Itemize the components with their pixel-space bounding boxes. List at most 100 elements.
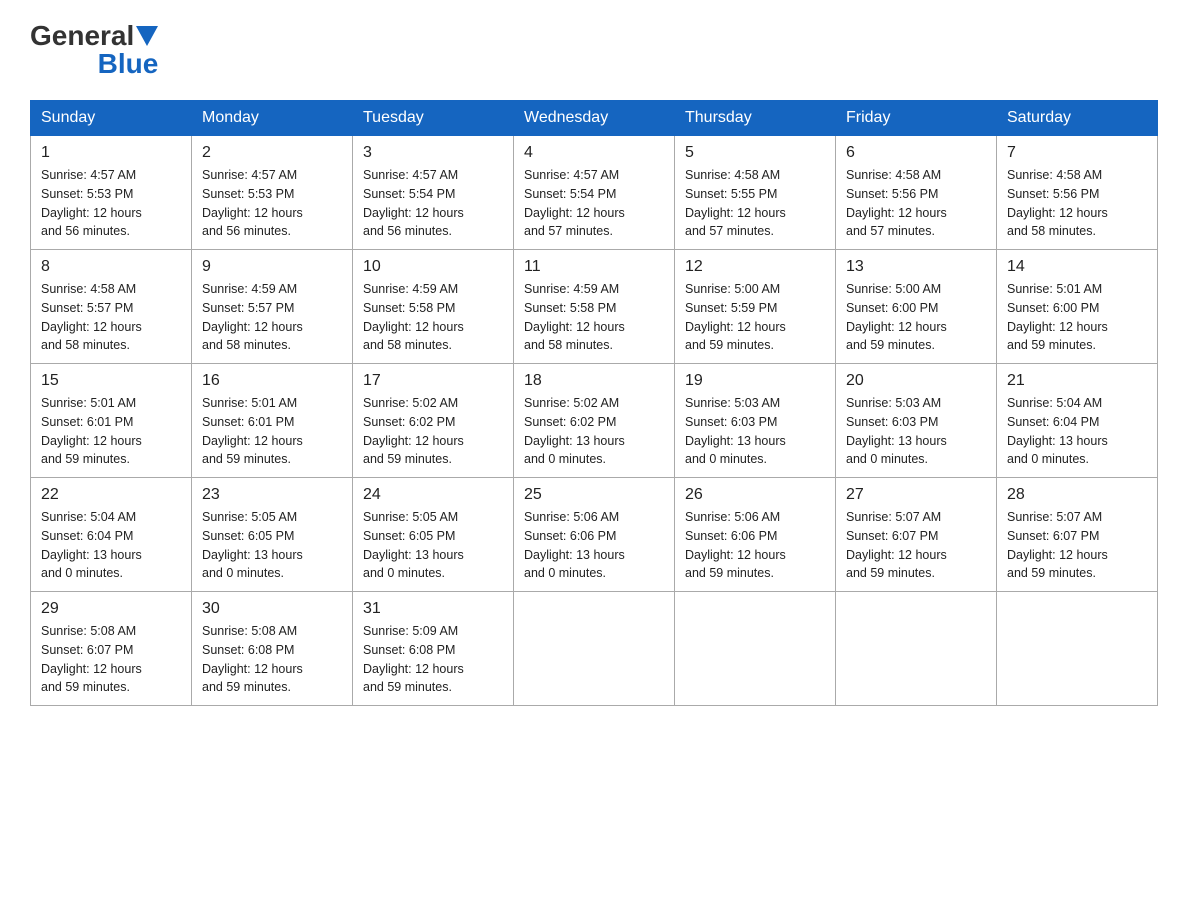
header-saturday: Saturday [997,101,1158,136]
calendar-cell: 16Sunrise: 5:01 AMSunset: 6:01 PMDayligh… [192,364,353,478]
logo-triangle-icon [136,26,158,48]
calendar-cell [514,592,675,706]
logo-blue-text: Blue [98,48,159,80]
day-number: 5 [685,144,825,162]
day-info: Sunrise: 5:06 AMSunset: 6:06 PMDaylight:… [524,508,664,583]
day-number: 14 [1007,258,1147,276]
day-number: 20 [846,372,986,390]
calendar-cell: 31 Sunrise: 5:09 AMSunset: 6:08 PMDayligh… [353,592,514,706]
calendar-cell [836,592,997,706]
day-number: 27 [846,486,986,504]
day-info: Sunrise: 4:58 AMSunset: 5:55 PMDaylight:… [685,166,825,241]
day-number: 9 [202,258,342,276]
calendar-week-3: 15 Sunrise: 5:01 AMSunset: 6:01 PMDayligh… [31,364,1158,478]
day-info: Sunrise: 5:04 AMSunset: 6:04 PMDaylight:… [1007,394,1147,469]
calendar-cell: 28Sunrise: 5:07 AMSunset: 6:07 PMDayligh… [997,478,1158,592]
calendar-cell: 2 Sunrise: 4:57 AMSunset: 5:53 PMDaylight… [192,136,353,250]
header-wednesday: Wednesday [514,101,675,136]
day-info: Sunrise: 4:57 AMSunset: 5:53 PMDaylight:… [41,166,181,241]
day-info: Sunrise: 5:00 AMSunset: 6:00 PMDaylight:… [846,280,986,355]
day-info: Sunrise: 5:01 AMSunset: 6:01 PMDaylight:… [41,394,181,469]
day-info: Sunrise: 4:57 AMSunset: 5:53 PMDaylight:… [202,166,342,241]
calendar-cell: 3Sunrise: 4:57 AMSunset: 5:54 PMDaylight… [353,136,514,250]
day-info: Sunrise: 4:58 AMSunset: 5:57 PMDaylight:… [41,280,181,355]
calendar-cell: 19Sunrise: 5:03 AMSunset: 6:03 PMDayligh… [675,364,836,478]
calendar-cell: 9 Sunrise: 4:59 AMSunset: 5:57 PMDaylight… [192,250,353,364]
day-info: Sunrise: 5:02 AMSunset: 6:02 PMDaylight:… [363,394,503,469]
day-info: Sunrise: 5:07 AMSunset: 6:07 PMDaylight:… [846,508,986,583]
calendar-cell [997,592,1158,706]
calendar-body: 1 Sunrise: 4:57 AMSunset: 5:53 PMDaylight… [31,136,1158,706]
day-info: Sunrise: 5:08 AMSunset: 6:08 PMDaylight:… [202,622,342,697]
day-number: 15 [41,372,181,390]
day-number: 28 [1007,486,1147,504]
calendar-header: SundayMondayTuesdayWednesdayThursdayFrid… [31,101,1158,136]
day-number: 6 [846,144,986,162]
day-number: 16 [202,372,342,390]
day-number: 4 [524,144,664,162]
logo: General Blue [30,20,158,80]
day-info: Sunrise: 4:58 AMSunset: 5:56 PMDaylight:… [1007,166,1147,241]
day-info: Sunrise: 5:03 AMSunset: 6:03 PMDaylight:… [685,394,825,469]
calendar-week-5: 29 Sunrise: 5:08 AMSunset: 6:07 PMDayligh… [31,592,1158,706]
calendar-cell [675,592,836,706]
header-sunday: Sunday [31,101,192,136]
header-thursday: Thursday [675,101,836,136]
calendar-cell: 7 Sunrise: 4:58 AMSunset: 5:56 PMDaylight… [997,136,1158,250]
day-number: 2 [202,144,342,162]
day-info: Sunrise: 4:59 AMSunset: 5:58 PMDaylight:… [363,280,503,355]
calendar-cell: 13Sunrise: 5:00 AMSunset: 6:00 PMDayligh… [836,250,997,364]
header-friday: Friday [836,101,997,136]
calendar-cell: 10 Sunrise: 4:59 AMSunset: 5:58 PMDayligh… [353,250,514,364]
calendar-week-1: 1 Sunrise: 4:57 AMSunset: 5:53 PMDaylight… [31,136,1158,250]
day-info: Sunrise: 5:08 AMSunset: 6:07 PMDaylight:… [41,622,181,697]
calendar-week-4: 22Sunrise: 5:04 AMSunset: 6:04 PMDayligh… [31,478,1158,592]
day-number: 31 [363,600,503,618]
day-info: Sunrise: 5:04 AMSunset: 6:04 PMDaylight:… [41,508,181,583]
day-info: Sunrise: 4:58 AMSunset: 5:56 PMDaylight:… [846,166,986,241]
day-number: 7 [1007,144,1147,162]
day-info: Sunrise: 5:05 AMSunset: 6:05 PMDaylight:… [202,508,342,583]
day-info: Sunrise: 5:01 AMSunset: 6:00 PMDaylight:… [1007,280,1147,355]
calendar-cell: 15 Sunrise: 5:01 AMSunset: 6:01 PMDayligh… [31,364,192,478]
header-tuesday: Tuesday [353,101,514,136]
header-monday: Monday [192,101,353,136]
day-info: Sunrise: 5:06 AMSunset: 6:06 PMDaylight:… [685,508,825,583]
day-info: Sunrise: 5:05 AMSunset: 6:05 PMDaylight:… [363,508,503,583]
day-info: Sunrise: 5:09 AMSunset: 6:08 PMDaylight:… [363,622,503,697]
calendar-cell: 27 Sunrise: 5:07 AMSunset: 6:07 PMDayligh… [836,478,997,592]
day-number: 25 [524,486,664,504]
calendar-cell: 21 Sunrise: 5:04 AMSunset: 6:04 PMDayligh… [997,364,1158,478]
calendar-cell: 25 Sunrise: 5:06 AMSunset: 6:06 PMDayligh… [514,478,675,592]
calendar-cell: 29 Sunrise: 5:08 AMSunset: 6:07 PMDayligh… [31,592,192,706]
day-number: 11 [524,258,664,276]
day-info: Sunrise: 4:59 AMSunset: 5:57 PMDaylight:… [202,280,342,355]
page-header: General Blue [30,20,1158,80]
calendar-cell: 26 Sunrise: 5:06 AMSunset: 6:06 PMDayligh… [675,478,836,592]
day-number: 1 [41,144,181,162]
day-info: Sunrise: 5:00 AMSunset: 5:59 PMDaylight:… [685,280,825,355]
day-number: 26 [685,486,825,504]
day-info: Sunrise: 4:57 AMSunset: 5:54 PMDaylight:… [363,166,503,241]
calendar-cell: 17 Sunrise: 5:02 AMSunset: 6:02 PMDayligh… [353,364,514,478]
calendar-cell: 12Sunrise: 5:00 AMSunset: 5:59 PMDayligh… [675,250,836,364]
day-number: 17 [363,372,503,390]
calendar-cell: 1 Sunrise: 4:57 AMSunset: 5:53 PMDaylight… [31,136,192,250]
calendar-cell: 14 Sunrise: 5:01 AMSunset: 6:00 PMDayligh… [997,250,1158,364]
day-number: 10 [363,258,503,276]
day-number: 24 [363,486,503,504]
day-info: Sunrise: 5:02 AMSunset: 6:02 PMDaylight:… [524,394,664,469]
day-info: Sunrise: 4:57 AMSunset: 5:54 PMDaylight:… [524,166,664,241]
day-number: 18 [524,372,664,390]
calendar-cell: 24 Sunrise: 5:05 AMSunset: 6:05 PMDayligh… [353,478,514,592]
calendar-cell: 6 Sunrise: 4:58 AMSunset: 5:56 PMDaylight… [836,136,997,250]
calendar-cell: 5 Sunrise: 4:58 AMSunset: 5:55 PMDaylight… [675,136,836,250]
calendar-cell: 8 Sunrise: 4:58 AMSunset: 5:57 PMDaylight… [31,250,192,364]
day-number: 23 [202,486,342,504]
day-number: 8 [41,258,181,276]
day-number: 29 [41,600,181,618]
calendar-cell: 20Sunrise: 5:03 AMSunset: 6:03 PMDayligh… [836,364,997,478]
calendar-cell: 11Sunrise: 4:59 AMSunset: 5:58 PMDayligh… [514,250,675,364]
day-number: 21 [1007,372,1147,390]
calendar-cell: 30Sunrise: 5:08 AMSunset: 6:08 PMDayligh… [192,592,353,706]
